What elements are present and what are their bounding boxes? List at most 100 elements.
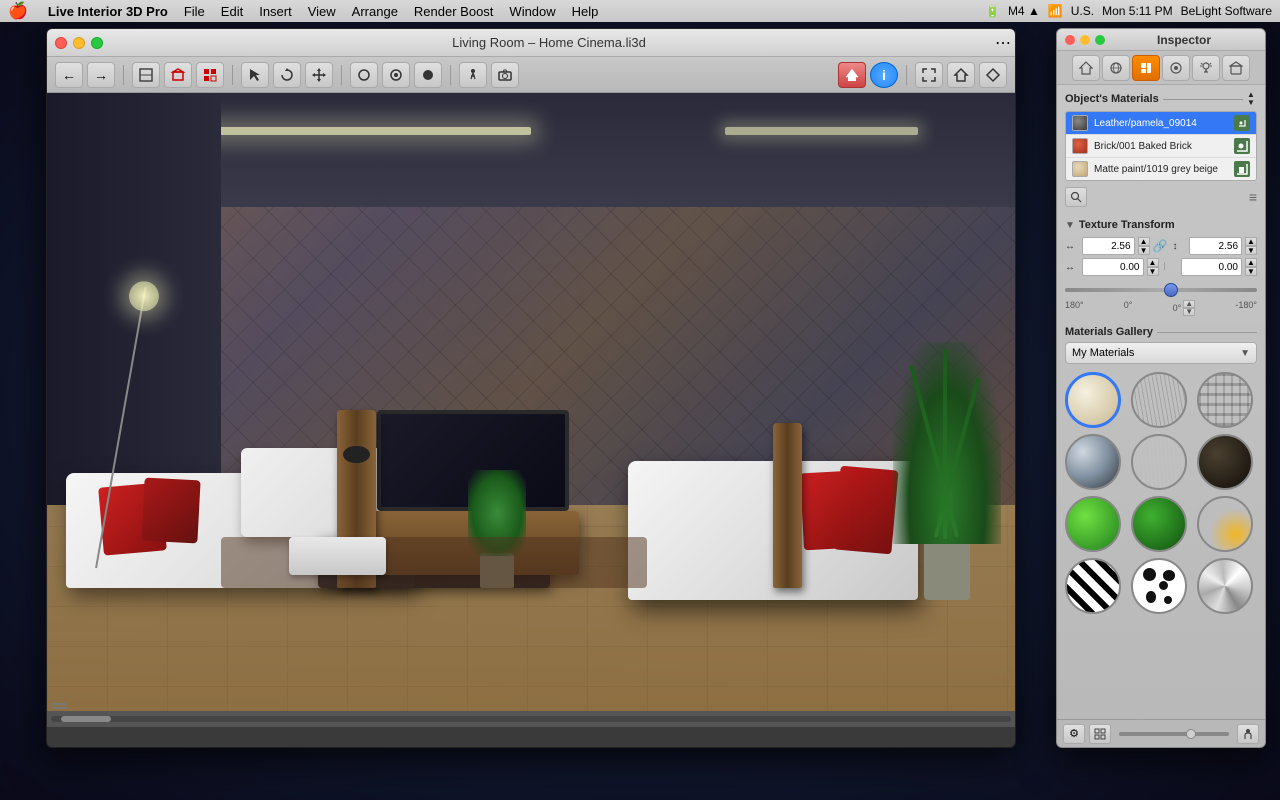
perspective-button[interactable] — [979, 62, 1007, 88]
select-tool[interactable] — [241, 62, 269, 88]
inspector-tab-materials[interactable] — [1132, 55, 1160, 81]
window-close[interactable] — [55, 37, 67, 49]
menu-help[interactable]: Help — [572, 4, 599, 19]
gallery-item-cream[interactable] — [1065, 372, 1121, 428]
nav-forward-button[interactable]: → — [87, 62, 115, 88]
menu-render[interactable]: Render Boost — [414, 4, 494, 19]
texture-transform-header[interactable]: ▼ Texture Transform — [1065, 219, 1257, 231]
menu-window[interactable]: Window — [509, 4, 555, 19]
scale-y-input[interactable]: 2.56 — [1189, 237, 1242, 255]
scale-x-down[interactable]: ▼ — [1138, 246, 1150, 255]
offset-x-up[interactable]: ▲ — [1147, 258, 1159, 267]
gallery-item-chrome[interactable] — [1197, 558, 1253, 614]
offset-x-stepper[interactable]: ▲ ▼ — [1147, 258, 1159, 276]
inspector-person-button[interactable] — [1237, 724, 1259, 744]
gallery-item-dalmatian[interactable] — [1131, 558, 1187, 614]
layout-button[interactable] — [196, 62, 224, 88]
inspector-close[interactable] — [1065, 35, 1075, 45]
material-swatch-3 — [1072, 161, 1088, 177]
sphere-tool[interactable] — [350, 62, 378, 88]
materials-scroll[interactable]: ▲ ▼ — [1247, 91, 1257, 107]
material-item-3[interactable]: Matte paint/1019 grey beige — [1066, 158, 1256, 180]
home-view-button[interactable] — [947, 62, 975, 88]
resize-handle[interactable] — [51, 701, 67, 711]
walk-tool[interactable] — [459, 62, 487, 88]
scale-y-up[interactable]: ▲ — [1245, 237, 1257, 246]
scrollbar-thumb[interactable] — [61, 716, 111, 722]
gallery-item-zebra[interactable] — [1065, 558, 1121, 614]
scrollbar[interactable] — [47, 711, 1015, 727]
offset-y-up[interactable]: ▲ — [1245, 258, 1257, 267]
3d-object-button[interactable] — [838, 62, 866, 88]
move-tool[interactable] — [305, 62, 333, 88]
scale-y-down[interactable]: ▼ — [1245, 246, 1257, 255]
scale-x-input[interactable]: 2.56 — [1082, 237, 1135, 255]
gallery-item-wood-light[interactable] — [1131, 372, 1187, 428]
inspector-tab-light[interactable] — [1192, 55, 1220, 81]
inspector-maximize[interactable] — [1095, 35, 1105, 45]
inspector-tab-texture[interactable] — [1162, 55, 1190, 81]
angle-thumb[interactable] — [1164, 283, 1178, 297]
material-swatch-2 — [1072, 138, 1088, 154]
gallery-item-metal[interactable] — [1065, 434, 1121, 490]
menu-app[interactable]: Live Interior 3D Pro — [48, 4, 168, 19]
inspector-tab-home[interactable] — [1072, 55, 1100, 81]
gallery-item-fire[interactable] — [1197, 496, 1253, 552]
gallery-item-dark[interactable] — [1197, 434, 1253, 490]
gallery-grid — [1065, 372, 1257, 614]
material-item-2[interactable]: Brick/001 Baked Brick — [1066, 135, 1256, 158]
gallery-item-green-dark[interactable] — [1131, 496, 1187, 552]
info-button[interactable]: i — [870, 62, 898, 88]
dot-tool[interactable] — [414, 62, 442, 88]
offset-y-down[interactable]: ▼ — [1245, 267, 1257, 276]
3d-view-button[interactable] — [164, 62, 192, 88]
offset-x-down[interactable]: ▼ — [1147, 267, 1159, 276]
offset-y-stepper[interactable]: ▲ ▼ — [1245, 258, 1257, 276]
material-item-1[interactable]: Leather/pamela_09014 — [1066, 112, 1256, 135]
rotate-tool[interactable] — [273, 62, 301, 88]
menu-view[interactable]: View — [308, 4, 336, 19]
viewport[interactable] — [47, 93, 1015, 727]
angle-stepper[interactable]: ▲ ▼ — [1183, 300, 1195, 316]
inspector-minimize[interactable] — [1080, 35, 1090, 45]
fullscreen-button[interactable] — [915, 62, 943, 88]
menu-arrange[interactable]: Arrange — [352, 4, 398, 19]
angle-slider[interactable] — [1065, 282, 1257, 298]
inspector-zoom-slider[interactable] — [1119, 732, 1229, 736]
circle-tool[interactable] — [382, 62, 410, 88]
offset-x-input[interactable]: 0.00 — [1082, 258, 1144, 276]
scale-y-stepper[interactable]: ▲ ▼ — [1245, 237, 1257, 255]
inspector-tab-house[interactable] — [1222, 55, 1250, 81]
link-icon[interactable]: 🔗 — [1153, 239, 1168, 253]
inspector-settings-button[interactable]: ⚙ — [1063, 724, 1085, 744]
mat-menu[interactable]: ≡ — [1249, 189, 1257, 205]
menu-file[interactable]: File — [184, 4, 205, 19]
materials-toolbar: ≡ — [1065, 187, 1257, 207]
zoom-thumb[interactable] — [1186, 729, 1196, 739]
menu-status: M4 ▲ — [1008, 4, 1040, 18]
angle-track — [1065, 288, 1257, 292]
inspector-tab-sphere[interactable] — [1102, 55, 1130, 81]
window-maximize[interactable] — [91, 37, 103, 49]
scrollbar-track[interactable] — [51, 716, 1011, 722]
scale-x-stepper[interactable]: ▲ ▼ — [1138, 237, 1150, 255]
menu-edit[interactable]: Edit — [221, 4, 243, 19]
gallery-item-brick[interactable] — [1197, 372, 1253, 428]
scale-x-up[interactable]: ▲ — [1138, 237, 1150, 246]
gallery-item-wood-dark[interactable] — [1131, 434, 1187, 490]
inspector-grid-button[interactable] — [1089, 724, 1111, 744]
camera-tool[interactable] — [491, 62, 519, 88]
nav-back-button[interactable]: ← — [55, 62, 83, 88]
inspector-content[interactable]: Object's Materials ▲ ▼ Leather/pamela_09… — [1057, 85, 1265, 695]
angle-down[interactable]: ▼ — [1183, 308, 1195, 316]
material-name-1: Leather/pamela_09014 — [1094, 118, 1228, 129]
mat-search-button[interactable] — [1065, 187, 1087, 207]
floor-plan-button[interactable] — [132, 62, 160, 88]
offset-y-input[interactable]: 0.00 — [1181, 258, 1243, 276]
gallery-dropdown[interactable]: My Materials ▼ — [1065, 342, 1257, 364]
gallery-item-green-bright[interactable] — [1065, 496, 1121, 552]
apple-menu[interactable]: 🍎 — [8, 1, 28, 21]
window-title: Living Room – Home Cinema.li3d — [109, 35, 989, 50]
window-minimize[interactable] — [73, 37, 85, 49]
menu-insert[interactable]: Insert — [259, 4, 292, 19]
